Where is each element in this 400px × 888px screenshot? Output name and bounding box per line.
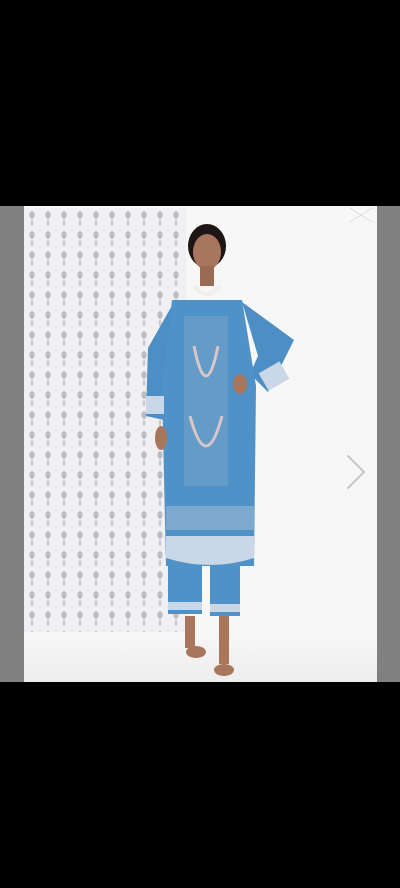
model-figure xyxy=(146,224,294,676)
image-viewer xyxy=(0,206,400,682)
close-icon xyxy=(349,207,373,223)
close-button[interactable] xyxy=(348,206,374,224)
next-image-button[interactable] xyxy=(344,454,368,490)
product-photo xyxy=(24,206,377,682)
chevron-right-icon xyxy=(347,455,365,489)
